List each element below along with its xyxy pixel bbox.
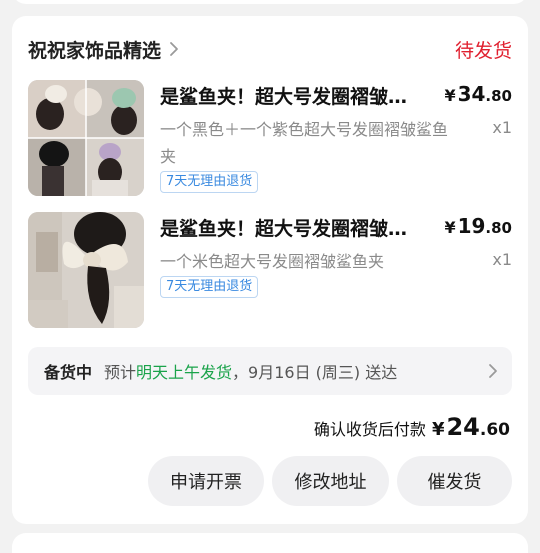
payment-integer: 24 xyxy=(446,413,480,441)
payment-label: 确认收货后付款 xyxy=(313,420,426,439)
product-quantity: x1 xyxy=(492,118,512,137)
price-symbol: ¥ xyxy=(444,86,456,105)
shop-name: 祝祝家饰品精选 xyxy=(28,39,162,62)
price-integer: 34 xyxy=(457,82,486,106)
chevron-right-icon xyxy=(488,363,498,383)
next-order-card xyxy=(12,533,528,553)
price-decimal: .80 xyxy=(485,219,512,237)
price-integer: 19 xyxy=(457,214,486,238)
order-actions: 申请开票 修改地址 催发货 xyxy=(148,456,512,506)
order-status: 待发货 xyxy=(454,39,512,62)
urge-shipping-button[interactable]: 催发货 xyxy=(397,456,512,506)
product-spec: 一个米色超大号发圈褶皱鲨鱼夹 xyxy=(160,252,385,271)
product-title: 是鲨鱼夹！超大号发圈褶皱鲨鱼夹 xyxy=(160,86,420,108)
request-invoice-button[interactable]: 申请开票 xyxy=(148,456,264,506)
product-image[interactable] xyxy=(28,212,144,328)
product-title: 是鲨鱼夹！超大号发圈褶皱鲨鱼夹 xyxy=(160,218,420,240)
shop-link[interactable]: 祝祝家饰品精选 xyxy=(28,36,185,63)
product-spec: 一个黑色＋一个紫色超大号发圈褶皱鲨鱼夹 xyxy=(160,120,449,166)
shipping-status: 备货中 xyxy=(44,363,93,382)
chevron-right-icon xyxy=(169,41,185,57)
price-symbol: ¥ xyxy=(444,218,456,237)
previous-order-card xyxy=(12,0,528,4)
payment-decimal: .60 xyxy=(479,420,510,440)
price-decimal: .80 xyxy=(485,87,512,105)
shipping-estimate: 预计明天上午发货，9月16日 (周三) 送达 xyxy=(104,359,397,383)
product-price: ¥ 34 .80 xyxy=(444,82,512,106)
product-quantity: x1 xyxy=(492,250,512,269)
payment-summary: 确认收货后付款 ¥ 24 .60 xyxy=(314,413,510,441)
modify-address-button[interactable]: 修改地址 xyxy=(272,456,389,506)
return-policy-tag: 7天无理由退货 xyxy=(160,171,259,193)
shipping-highlight: 明天上午发货 xyxy=(136,363,233,382)
product-price: ¥ 19 .80 xyxy=(444,214,512,238)
product-image[interactable] xyxy=(28,80,144,196)
shipping-info-bar[interactable]: 备货中 预计明天上午发货，9月16日 (周三) 送达 xyxy=(28,347,512,395)
shipping-prefix: 预计 xyxy=(104,363,137,382)
order-card[interactable]: 祝祝家饰品精选 待发货 是鲨鱼夹！超大号发圈褶皱鲨鱼夹 ¥ 34 .80 一个黑… xyxy=(12,16,528,524)
shipping-suffix: ，9月16日 (周三) 送达 xyxy=(232,363,398,382)
shop-header: 祝祝家饰品精选 待发货 xyxy=(28,36,512,62)
payment-symbol: ¥ xyxy=(431,419,445,440)
return-policy-tag: 7天无理由退货 xyxy=(160,276,259,298)
